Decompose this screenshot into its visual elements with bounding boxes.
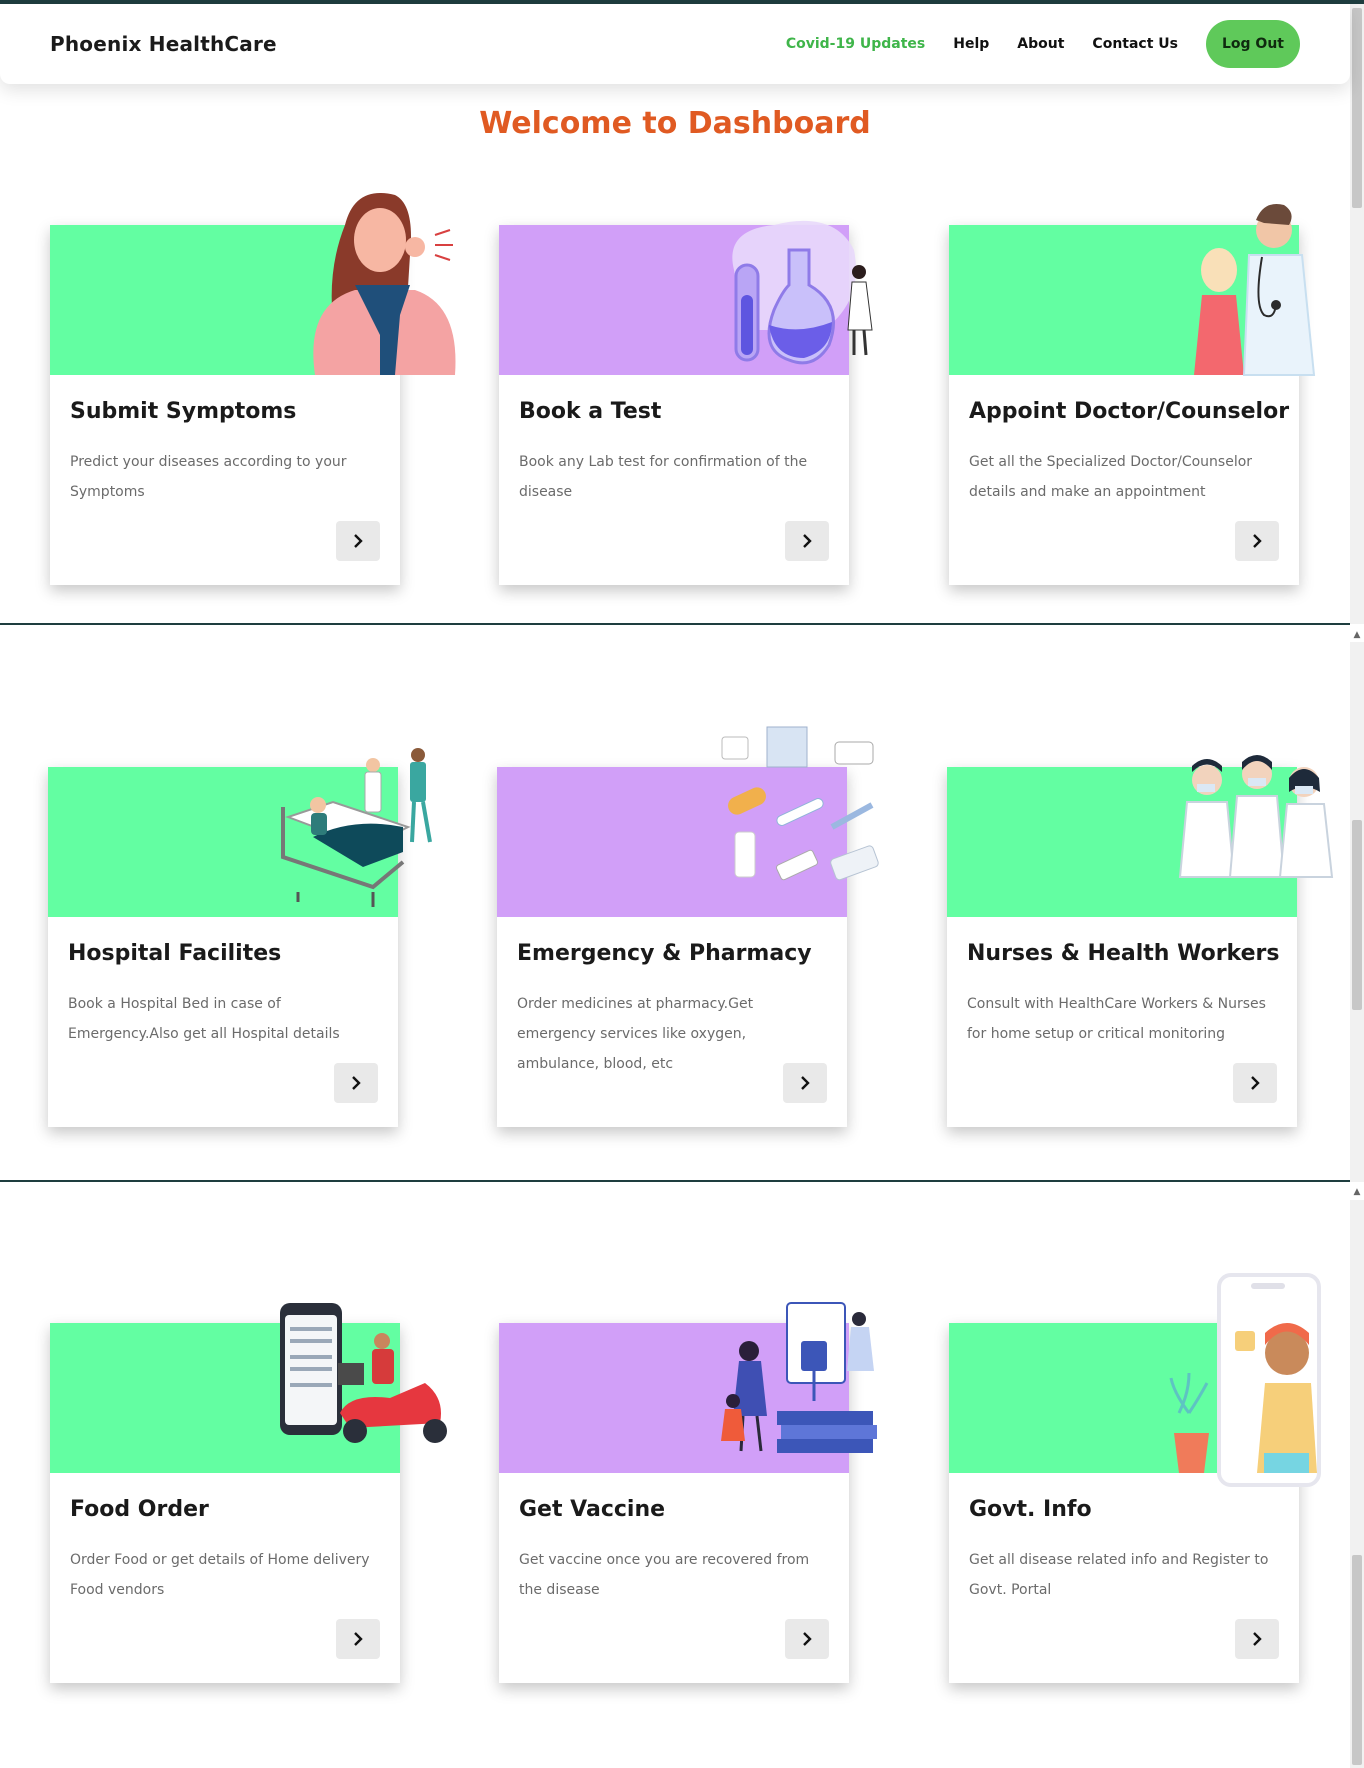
card-emergency-pharmacy[interactable]: Emergency & Pharmacy Order medicines at …: [497, 726, 879, 1127]
card-govt-info[interactable]: Govt. Info Get all disease related info …: [949, 1273, 1321, 1683]
card-title: Food Order: [70, 1497, 209, 1522]
card-title: Hospital Facilites: [68, 941, 282, 966]
card-appoint-doctor[interactable]: Appoint Doctor/Counselor Get all the Spe…: [949, 204, 1316, 585]
logout-button[interactable]: Log Out: [1206, 20, 1300, 68]
chevron-right-icon: [1251, 1076, 1260, 1090]
card-description: Book a Hospital Bed in case of Emergency…: [68, 996, 340, 1042]
chevron-right-icon: [803, 1632, 812, 1646]
scrollbar-thumb[interactable]: [1352, 8, 1362, 208]
chevron-right-icon: [801, 1076, 810, 1090]
chevron-right-icon: [1253, 534, 1262, 548]
card-title: Appoint Doctor/Counselor: [969, 399, 1290, 424]
section-divider: [0, 623, 1350, 625]
chevron-right-icon: [803, 534, 812, 548]
hospital-bed-illustration: [281, 748, 432, 907]
navbar: Phoenix HealthCare Covid-19 Updates Help…: [0, 4, 1350, 84]
nav-about[interactable]: About: [1017, 36, 1064, 52]
chevron-right-icon: [352, 1076, 361, 1090]
page-title: Welcome to Dashboard: [479, 106, 871, 141]
card-description: Order Food or get details of Home delive…: [70, 1552, 370, 1598]
section-divider: [0, 1180, 1350, 1182]
pharmacy-items-illustration: [721, 726, 879, 881]
phone-info-illustration: [1169, 1273, 1321, 1487]
card-description: Get all disease related info and Registe…: [969, 1552, 1269, 1598]
card-open-button[interactable]: [783, 1063, 827, 1103]
card-food-order[interactable]: Food Order Order Food or get details of …: [50, 1303, 447, 1683]
coughing-woman-illustration: [313, 193, 456, 375]
card-submit-symptoms[interactable]: Submit Symptoms Predict your diseases ac…: [50, 193, 456, 585]
health-workers-illustration: [1178, 755, 1334, 878]
card-open-button[interactable]: [334, 1063, 378, 1103]
card-description: Get vaccine once you are recovered from …: [519, 1552, 810, 1598]
food-delivery-illustration: [280, 1303, 447, 1443]
card-open-button[interactable]: [785, 1619, 829, 1659]
scroll-up-arrow[interactable]: ▲: [1350, 1185, 1364, 1199]
nav-covid-updates[interactable]: Covid-19 Updates: [786, 36, 925, 52]
nav-help[interactable]: Help: [953, 36, 989, 52]
card-description: Order medicines at pharmacy.Get emergenc…: [517, 996, 754, 1072]
scrollbar-thumb[interactable]: [1352, 820, 1362, 1010]
card-open-button[interactable]: [1235, 521, 1279, 561]
chevron-right-icon: [1253, 1632, 1262, 1646]
chevron-right-icon: [354, 534, 363, 548]
scrollbar-thumb[interactable]: [1352, 1555, 1362, 1765]
card-open-button[interactable]: [1235, 1619, 1279, 1659]
vaccine-illustration: [721, 1302, 877, 1453]
card-title: Nurses & Health Workers: [967, 941, 1280, 966]
card-title: Submit Symptoms: [70, 399, 297, 424]
brand-logo[interactable]: Phoenix HealthCare: [50, 32, 277, 56]
card-title: Govt. Info: [969, 1497, 1092, 1522]
card-description: Predict your diseases according to your …: [70, 454, 347, 500]
card-open-button[interactable]: [336, 1619, 380, 1659]
card-book-test[interactable]: Book a Test Book any Lab test for confir…: [499, 220, 873, 585]
card-description: Get all the Specialized Doctor/Counselor…: [969, 454, 1253, 500]
doctor-patient-illustration: [1194, 204, 1316, 376]
card-nurses-health-workers[interactable]: Nurses & Health Workers Consult with Hea…: [947, 755, 1334, 1127]
card-description: Consult with HealthCare Workers & Nurses…: [967, 996, 1266, 1042]
scroll-up-arrow[interactable]: ▲: [1350, 628, 1364, 642]
card-description: Book any Lab test for confirmation of th…: [519, 454, 808, 500]
lab-flask-illustration: [732, 220, 873, 365]
card-open-button[interactable]: [1233, 1063, 1277, 1103]
chevron-right-icon: [354, 1632, 363, 1646]
card-hospital-facilities[interactable]: Hospital Facilites Book a Hospital Bed i…: [48, 748, 432, 1127]
card-get-vaccine[interactable]: Get Vaccine Get vaccine once you are rec…: [499, 1302, 877, 1683]
nav-links: Covid-19 Updates Help About Contact Us L…: [786, 20, 1300, 68]
card-title: Book a Test: [519, 399, 662, 424]
card-open-button[interactable]: [785, 521, 829, 561]
card-title: Get Vaccine: [519, 1497, 666, 1522]
nav-contact-us[interactable]: Contact Us: [1092, 36, 1178, 52]
card-open-button[interactable]: [336, 521, 380, 561]
card-title: Emergency & Pharmacy: [517, 941, 812, 966]
